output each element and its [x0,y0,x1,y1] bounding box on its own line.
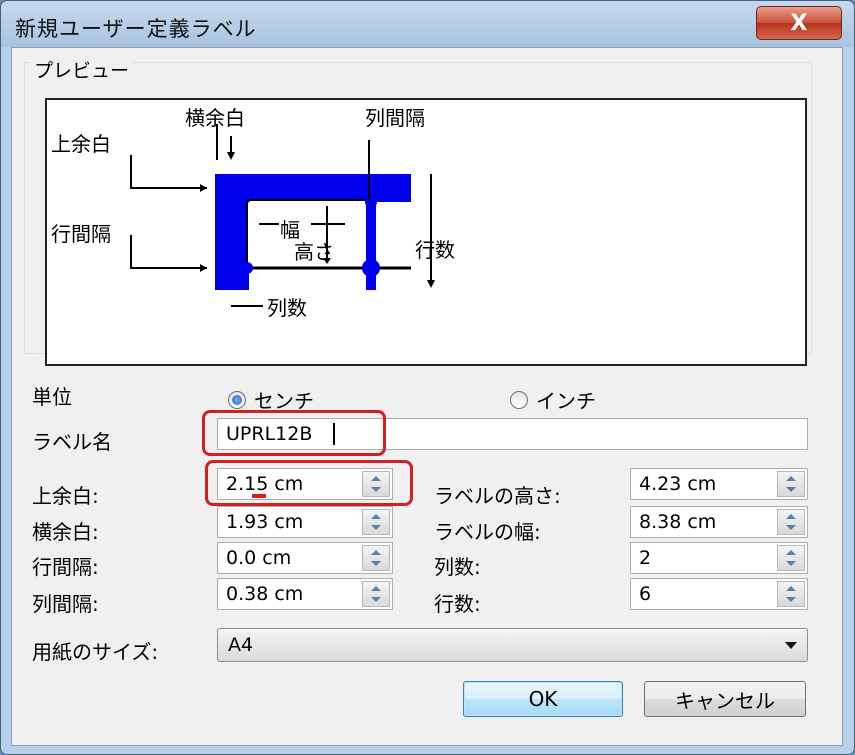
label-height-label: ラベルの高さ: [434,484,561,508]
close-icon: X [790,10,808,36]
spin-arrows-icon[interactable] [362,509,390,535]
title-bar[interactable]: 新規ユーザー定義ラベル X [1,1,854,47]
paper-size-select[interactable]: A4 [217,628,808,662]
ok-button[interactable]: OK [463,681,623,717]
side-margin-label: 横余白: [32,520,99,544]
top-margin-label: 上余白: [32,484,99,508]
spin-arrows-icon[interactable] [777,581,805,607]
dialog-client: プレビュー 上余白 横余白 列間隔 行間隔 幅 高さ 行数 列数 単位 センチ … [11,47,843,746]
columns-stepper[interactable]: 2 [630,542,808,574]
label-height-stepper[interactable]: 4.23 cm [630,468,808,500]
label-width-value: 8.38 cm [639,511,717,533]
preview-label-height: 高さ [294,240,334,264]
rows-stepper[interactable]: 6 [630,578,808,610]
preview-label-columns: 列数 [267,296,307,320]
column-gap-value: 0.38 cm [226,583,304,605]
side-margin-stepper[interactable]: 1.93 cm [217,506,393,538]
row-gap-value: 0.0 cm [226,547,292,569]
label-layout-diagram [130,124,435,307]
preview-group-title: プレビュー [30,56,134,83]
label-name-label: ラベル名 [32,430,112,454]
cancel-button[interactable]: キャンセル [644,681,806,717]
label-height-value: 4.23 cm [639,473,717,495]
column-gap-label: 列間隔: [32,592,99,616]
preview-label-rows: 行数 [415,238,455,262]
preview-label-top-margin: 上余白 [51,132,111,156]
side-margin-value: 1.93 cm [226,511,304,533]
column-gap-stepper[interactable]: 0.38 cm [217,578,393,610]
close-button[interactable]: X [756,6,842,40]
preview-label-side-margin: 横余白 [185,106,245,130]
preview-label-column-gap: 列間隔 [365,106,425,130]
columns-value: 2 [639,547,652,569]
spin-arrows-icon[interactable] [777,545,805,571]
preview-label-row-gap: 行間隔 [51,222,111,246]
row-gap-stepper[interactable]: 0.0 cm [217,542,393,574]
row-gap-label: 行間隔: [32,555,99,579]
highlight-label-name [202,410,386,456]
label-width-label: ラベルの幅: [434,520,541,544]
rows-value: 6 [639,583,652,605]
window-title: 新規ユーザー定義ラベル [15,17,257,41]
spin-arrows-icon[interactable] [777,509,805,535]
rows-label: 行数: [434,592,481,616]
spin-arrows-icon[interactable] [362,581,390,607]
spin-arrows-icon[interactable] [362,545,390,571]
paper-size-value: A4 [228,634,254,656]
radio-unselected-icon[interactable] [510,390,528,409]
highlight-top-margin [205,460,413,506]
radio-inches-label: インチ [536,389,596,413]
spin-arrows-icon[interactable] [777,471,805,497]
radio-inches[interactable]: インチ [510,385,596,414]
preview-canvas: 上余白 横余白 列間隔 行間隔 幅 高さ 行数 列数 [45,98,807,366]
paper-size-label: 用紙のサイズ: [32,640,159,664]
label-width-stepper[interactable]: 8.38 cm [630,506,808,538]
chevron-down-icon[interactable] [785,642,797,649]
columns-label: 列数: [434,555,481,579]
units-label: 単位 [32,385,72,409]
dialog-window: 新規ユーザー定義ラベル X プレビュー 上余白 横余白 列間隔 行間隔 幅 高さ… [0,0,855,755]
radio-selected-icon[interactable] [228,390,246,409]
